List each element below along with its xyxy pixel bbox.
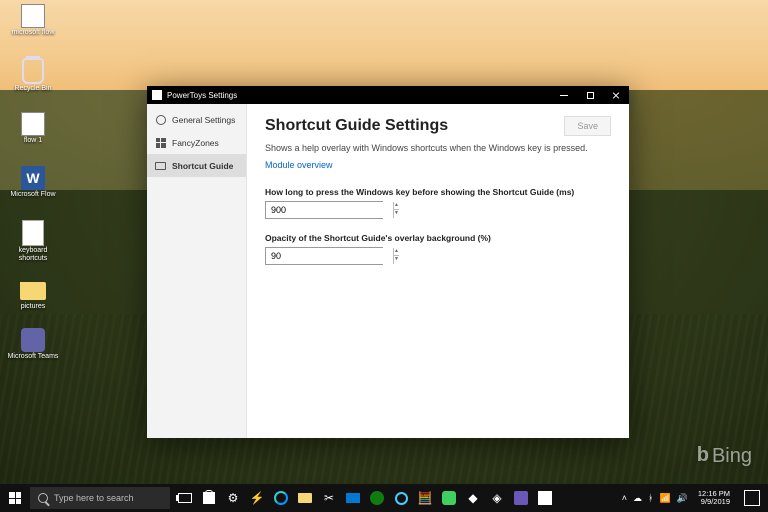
taskbar-power[interactable]: ⚡ <box>246 484 268 512</box>
pictures-folder-icon <box>19 274 47 302</box>
teams-shortcut-label: Microsoft Teams <box>8 353 59 361</box>
opacity-input[interactable] <box>266 248 393 264</box>
pictures-folder[interactable]: pictures <box>4 274 62 324</box>
action-center-button[interactable] <box>744 490 760 506</box>
sidebar-item-shortcut-guide[interactable]: Shortcut Guide <box>147 154 246 177</box>
settings-content: Shortcut Guide Settings Save Shows a hel… <box>247 104 629 438</box>
word-shortcut-label: Microsoft Flow <box>10 191 55 199</box>
recycle-bin[interactable]: Recycle Bin <box>4 58 62 108</box>
taskbar-people[interactable] <box>510 484 532 512</box>
taskbar-xbox[interactable] <box>366 484 388 512</box>
window-titlebar[interactable]: PowerToys Settings <box>147 86 629 104</box>
teams-shortcut[interactable]: Microsoft Teams <box>4 328 62 378</box>
word-shortcut-icon: W <box>21 166 45 190</box>
word-shortcut[interactable]: WMicrosoft Flow <box>4 166 62 216</box>
search-icon <box>38 493 48 503</box>
taskbar-search[interactable]: Type here to search <box>30 487 170 509</box>
sidebar-item-general-settings[interactable]: General Settings <box>147 108 246 131</box>
search-placeholder: Type here to search <box>54 493 134 503</box>
save-button[interactable]: Save <box>564 116 611 136</box>
flow-shortcut-label: microsoft flow <box>12 29 55 37</box>
keyboard-icon <box>155 160 166 171</box>
settings-sidebar: General Settings FancyZones Shortcut Guide <box>147 104 247 438</box>
taskbar-app-b[interactable]: ◈ <box>486 484 508 512</box>
delay-step-up[interactable]: ▲ <box>394 202 399 211</box>
flow-shortcut-icon <box>21 4 45 28</box>
keyboard-shortcuts-icon <box>22 220 44 246</box>
opacity-step-down[interactable]: ▼ <box>394 256 399 264</box>
opacity-label: Opacity of the Shortcut Guide's overlay … <box>265 233 611 243</box>
taskbar: Type here to search ⚙ ⚡ ✂ 🧮 ◆ ◈ ˄ ☁ ᚼ 📶 … <box>0 484 768 512</box>
recycle-bin-icon <box>22 58 44 84</box>
keyboard-shortcuts-label: keyboard shortcuts <box>4 247 62 262</box>
delay-label: How long to press the Windows key before… <box>265 187 611 197</box>
page-title: Shortcut Guide Settings <box>265 117 448 135</box>
tray-volume-icon[interactable]: 🔊 <box>677 493 688 504</box>
app-icon <box>152 90 162 100</box>
tray-bluetooth-icon[interactable]: ᚼ <box>648 493 653 503</box>
sidebar-item-label: FancyZones <box>172 138 219 148</box>
clock-date: 9/9/2019 <box>698 498 730 506</box>
tray-wifi-icon[interactable]: 📶 <box>659 493 670 504</box>
maximize-button[interactable] <box>577 86 603 104</box>
taskbar-settings[interactable]: ⚙ <box>222 484 244 512</box>
start-button[interactable] <box>0 484 30 512</box>
taskbar-chat[interactable] <box>438 484 460 512</box>
taskbar-calculator[interactable]: 🧮 <box>414 484 436 512</box>
minimize-button[interactable] <box>551 86 577 104</box>
tray-onedrive-icon[interactable]: ☁ <box>633 493 642 504</box>
sidebar-item-label: Shortcut Guide <box>172 161 233 171</box>
powertoys-settings-window: PowerToys Settings General Settings Fancy… <box>147 86 629 438</box>
module-description: Shows a help overlay with Windows shortc… <box>265 142 611 155</box>
recycle-bin-label: Recycle Bin <box>15 85 52 93</box>
flow1-shortcut[interactable]: flow 1 <box>4 112 62 162</box>
keyboard-shortcuts[interactable]: keyboard shortcuts <box>4 220 62 270</box>
module-overview-link[interactable]: Module overview <box>265 160 333 170</box>
close-button[interactable] <box>603 86 629 104</box>
gear-icon <box>155 114 166 125</box>
task-view-button[interactable] <box>174 484 196 512</box>
bing-watermark: bBing <box>697 445 752 468</box>
windows-logo-icon <box>9 492 21 504</box>
sidebar-item-fancyzones[interactable]: FancyZones <box>147 131 246 154</box>
taskbar-app-a[interactable]: ◆ <box>462 484 484 512</box>
teams-shortcut-icon <box>21 328 45 352</box>
taskbar-clock[interactable]: 12:16 PM 9/9/2019 <box>694 490 734 507</box>
delay-input-group: ▲ ▼ <box>265 201 383 219</box>
taskbar-snip[interactable]: ✂ <box>318 484 340 512</box>
flow-shortcut[interactable]: microsoft flow <box>4 4 62 54</box>
window-title: PowerToys Settings <box>167 91 237 100</box>
opacity-input-group: ▲ ▼ <box>265 247 383 265</box>
taskbar-powertoys[interactable] <box>534 484 556 512</box>
taskbar-store[interactable] <box>198 484 220 512</box>
taskbar-cortana[interactable] <box>390 484 412 512</box>
flow1-shortcut-icon <box>21 112 45 136</box>
sidebar-item-label: General Settings <box>172 115 235 125</box>
pictures-folder-label: pictures <box>21 303 46 311</box>
tray-chevron-icon[interactable]: ˄ <box>622 493 627 503</box>
grid-icon <box>155 137 166 148</box>
opacity-step-up[interactable]: ▲ <box>394 248 399 257</box>
delay-input[interactable] <box>266 202 393 218</box>
taskbar-edge[interactable] <box>270 484 292 512</box>
delay-step-down[interactable]: ▼ <box>394 210 399 218</box>
taskbar-explorer[interactable] <box>294 484 316 512</box>
flow1-shortcut-label: flow 1 <box>24 137 42 145</box>
system-tray: ˄ ☁ ᚼ 📶 🔊 12:16 PM 9/9/2019 <box>622 490 768 507</box>
taskbar-mail[interactable] <box>342 484 364 512</box>
